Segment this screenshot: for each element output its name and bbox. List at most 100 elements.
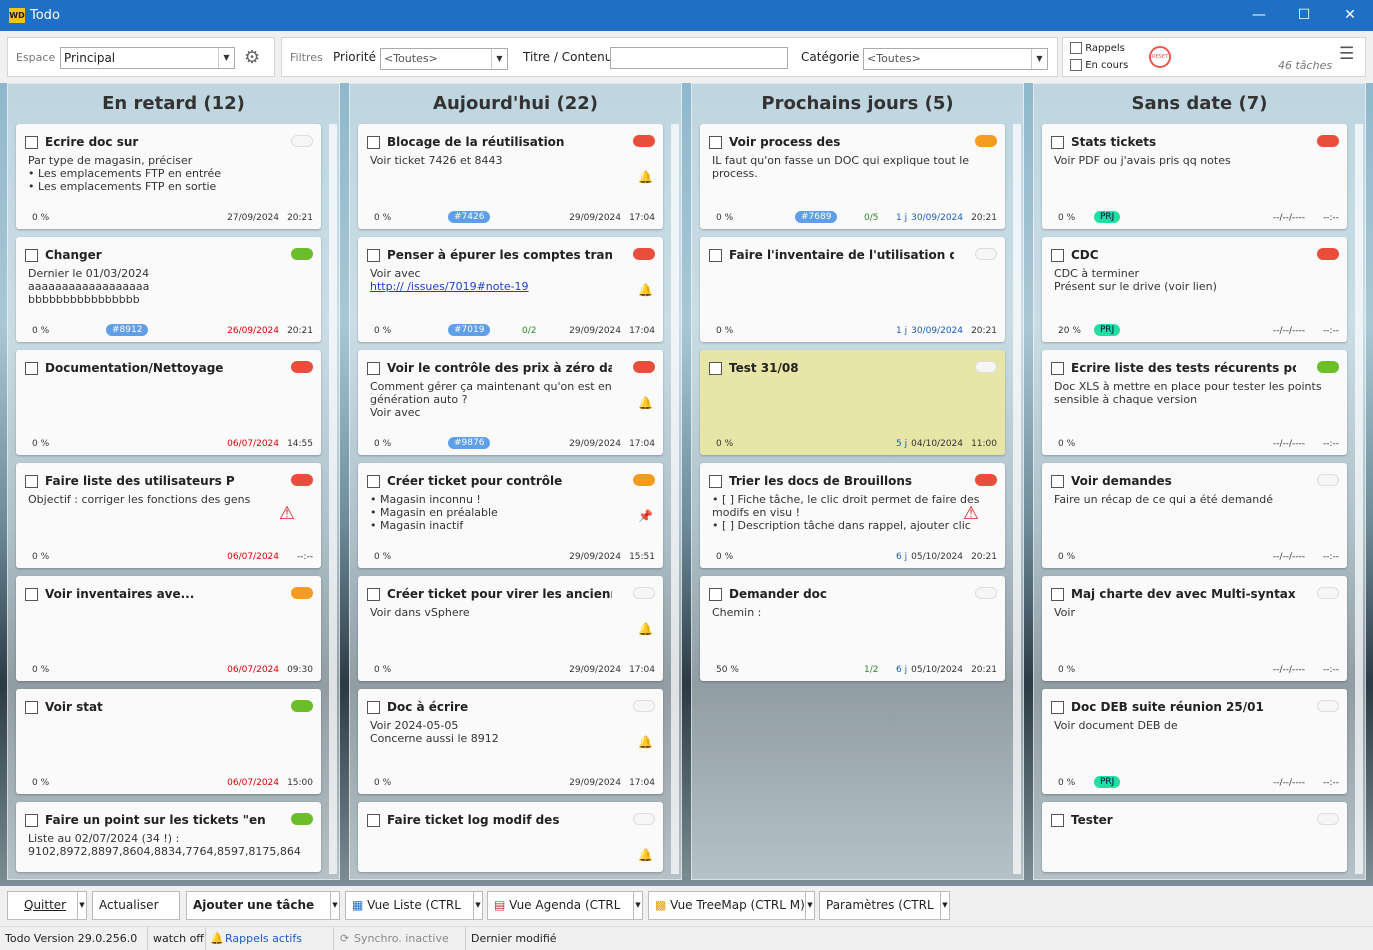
task-checkbox[interactable] [709,136,722,149]
chevron-down-icon[interactable]: ▼ [940,892,949,919]
priority-pill[interactable] [291,474,313,486]
ticket-badge[interactable]: #7019 [448,324,491,336]
column-scrollbar[interactable] [1013,124,1021,874]
task-card[interactable]: Faire ticket log modif des 🔔 [358,802,663,872]
ticket-badge[interactable]: #7426 [448,211,491,223]
menu-icon[interactable]: ☰ [1339,44,1354,64]
priority-pill[interactable] [975,587,997,599]
task-card[interactable]: Faire un point sur les tickets "en atten… [16,802,321,872]
chevron-down-icon[interactable]: ▼ [77,892,86,919]
priority-pill[interactable] [633,813,655,825]
column-scrollbar[interactable] [329,124,337,874]
ticket-badge[interactable]: #9876 [448,437,491,449]
priority-pill[interactable] [975,248,997,260]
reset-button[interactable]: RESET [1149,46,1171,68]
maximize-button[interactable]: ☐ [1281,0,1327,31]
task-checkbox[interactable] [1051,362,1064,375]
task-checkbox[interactable] [367,814,380,827]
task-card[interactable]: Blocage de la réutilisation Voir ticket 7… [358,124,663,229]
params-button[interactable]: Paramètres (CTRL P)▼ [819,891,950,939]
chevron-down-icon[interactable]: ▼ [473,892,482,919]
ticket-badge[interactable]: #7689 [795,211,838,223]
task-card[interactable]: Ecrire liste des tests récurents pour mi… [1042,350,1347,455]
column-scrollbar[interactable] [1355,124,1363,874]
priority-pill[interactable] [1317,135,1339,147]
task-checkbox[interactable] [367,136,380,149]
priority-pill[interactable] [975,361,997,373]
task-card[interactable]: Créer ticket pour contrôle • Magasin inco… [358,463,663,568]
priority-pill[interactable] [291,700,313,712]
quit-button[interactable]: Quitter ▼ [7,891,87,920]
gear-icon[interactable]: ⚙ [244,47,260,68]
task-checkbox[interactable] [367,475,380,488]
priority-pill[interactable] [291,587,313,599]
task-checkbox[interactable] [709,588,722,601]
task-card[interactable]: Demander doc Chemin : 50 % 1/2 6 j 05/10/2024… [700,576,1005,681]
task-checkbox[interactable] [1051,814,1064,827]
espace-select[interactable]: Principal ▼ [60,47,235,69]
task-checkbox[interactable] [1051,701,1064,714]
task-checkbox[interactable] [709,475,722,488]
task-card[interactable]: Voir le contrôle des prix à zéro da... Co… [358,350,663,455]
task-card[interactable]: Voir inventaires ave... 0 % 06/07/2024 09:3… [16,576,321,681]
priority-pill[interactable] [291,813,313,825]
priority-pill[interactable] [975,135,997,147]
task-checkbox[interactable] [709,362,722,375]
priority-pill[interactable] [633,248,655,260]
add-task-button[interactable]: Ajouter une tâche (Ins)▼ [186,891,340,939]
priority-pill[interactable] [633,135,655,147]
task-card[interactable]: Créer ticket pour virer les anciennes V.… [358,576,663,681]
task-card[interactable]: Tester [1042,802,1347,872]
categorie-select[interactable]: <Toutes> ▼ [863,48,1048,70]
task-card[interactable]: Trier les docs de Brouillons • [ ] Fiche … [700,463,1005,568]
task-card[interactable]: Voir process des IL faut qu'on fasse un D… [700,124,1005,229]
treemap-view-button[interactable]: ▩ Vue TreeMap (CTRL M) ▼ [648,891,815,920]
task-checkbox[interactable] [367,362,380,375]
task-card[interactable]: Documentation/Nettoyage 0 % 06/07/2024 14:5… [16,350,321,455]
encours-checkbox[interactable] [1070,59,1082,71]
task-card[interactable]: Maj charte dev avec Multi-syntaxe Voir 0 %… [1042,576,1347,681]
task-checkbox[interactable] [1051,588,1064,601]
task-card[interactable]: Faire l'inventaire de l'utilisation du p… [700,237,1005,342]
task-checkbox[interactable] [25,588,38,601]
task-card[interactable]: Stats tickets Voir PDF ou j'avais pris qq… [1042,124,1347,229]
encours-option[interactable]: En cours [1070,59,1128,71]
list-view-button[interactable]: ▦ Vue Liste (CTRL L)▼ [345,891,483,939]
task-checkbox[interactable] [25,475,38,488]
task-card[interactable]: Doc à écrire Voir 2024-05-05 Concerne auss… [358,689,663,794]
priority-pill[interactable] [291,135,313,147]
task-card[interactable]: Test 31/08 0 % 5 j 04/10/2024 11:00 [700,350,1005,455]
task-card[interactable]: Penser à épurer les comptes transporteur… [358,237,663,342]
task-card[interactable]: Voir stat 0 % 06/07/2024 15:00 [16,689,321,794]
task-checkbox[interactable] [25,249,38,262]
priority-pill[interactable] [975,474,997,486]
chevron-down-icon[interactable]: ▼ [805,892,814,919]
column-scrollbar[interactable] [671,124,679,874]
task-checkbox[interactable] [25,362,38,375]
titre-input[interactable] [610,47,788,69]
priority-pill[interactable] [1317,474,1339,486]
minimize-button[interactable]: — [1236,0,1282,31]
task-card[interactable]: Doc DEB suite réunion 25/01 Voir document… [1042,689,1347,794]
task-checkbox[interactable] [25,701,38,714]
task-checkbox[interactable] [1051,249,1064,262]
close-button[interactable]: ✕ [1327,0,1373,31]
task-card[interactable]: CDC CDC à terminer Présent sur le drive (v… [1042,237,1347,342]
task-link[interactable]: http:// /issues/7019#note-19 [370,280,655,293]
priority-pill[interactable] [1317,361,1339,373]
task-card[interactable]: Faire liste des utilisateurs P Objectif :… [16,463,321,568]
task-card[interactable]: Voir demandes Faire un récap de ce qui a … [1042,463,1347,568]
priority-pill[interactable] [633,700,655,712]
priority-pill[interactable] [1317,248,1339,260]
priority-pill[interactable] [633,474,655,486]
agenda-view-button[interactable]: ▤ Vue Agenda (CTRL A)▼ [487,891,643,939]
priority-pill[interactable] [291,361,313,373]
rappels-option[interactable]: Rappels [1070,42,1125,54]
task-checkbox[interactable] [367,701,380,714]
chevron-down-icon[interactable]: ▼ [633,892,642,919]
priority-pill[interactable] [291,248,313,260]
task-checkbox[interactable] [367,249,380,262]
priority-pill[interactable] [1317,587,1339,599]
task-checkbox[interactable] [25,136,38,149]
priority-pill[interactable] [633,587,655,599]
